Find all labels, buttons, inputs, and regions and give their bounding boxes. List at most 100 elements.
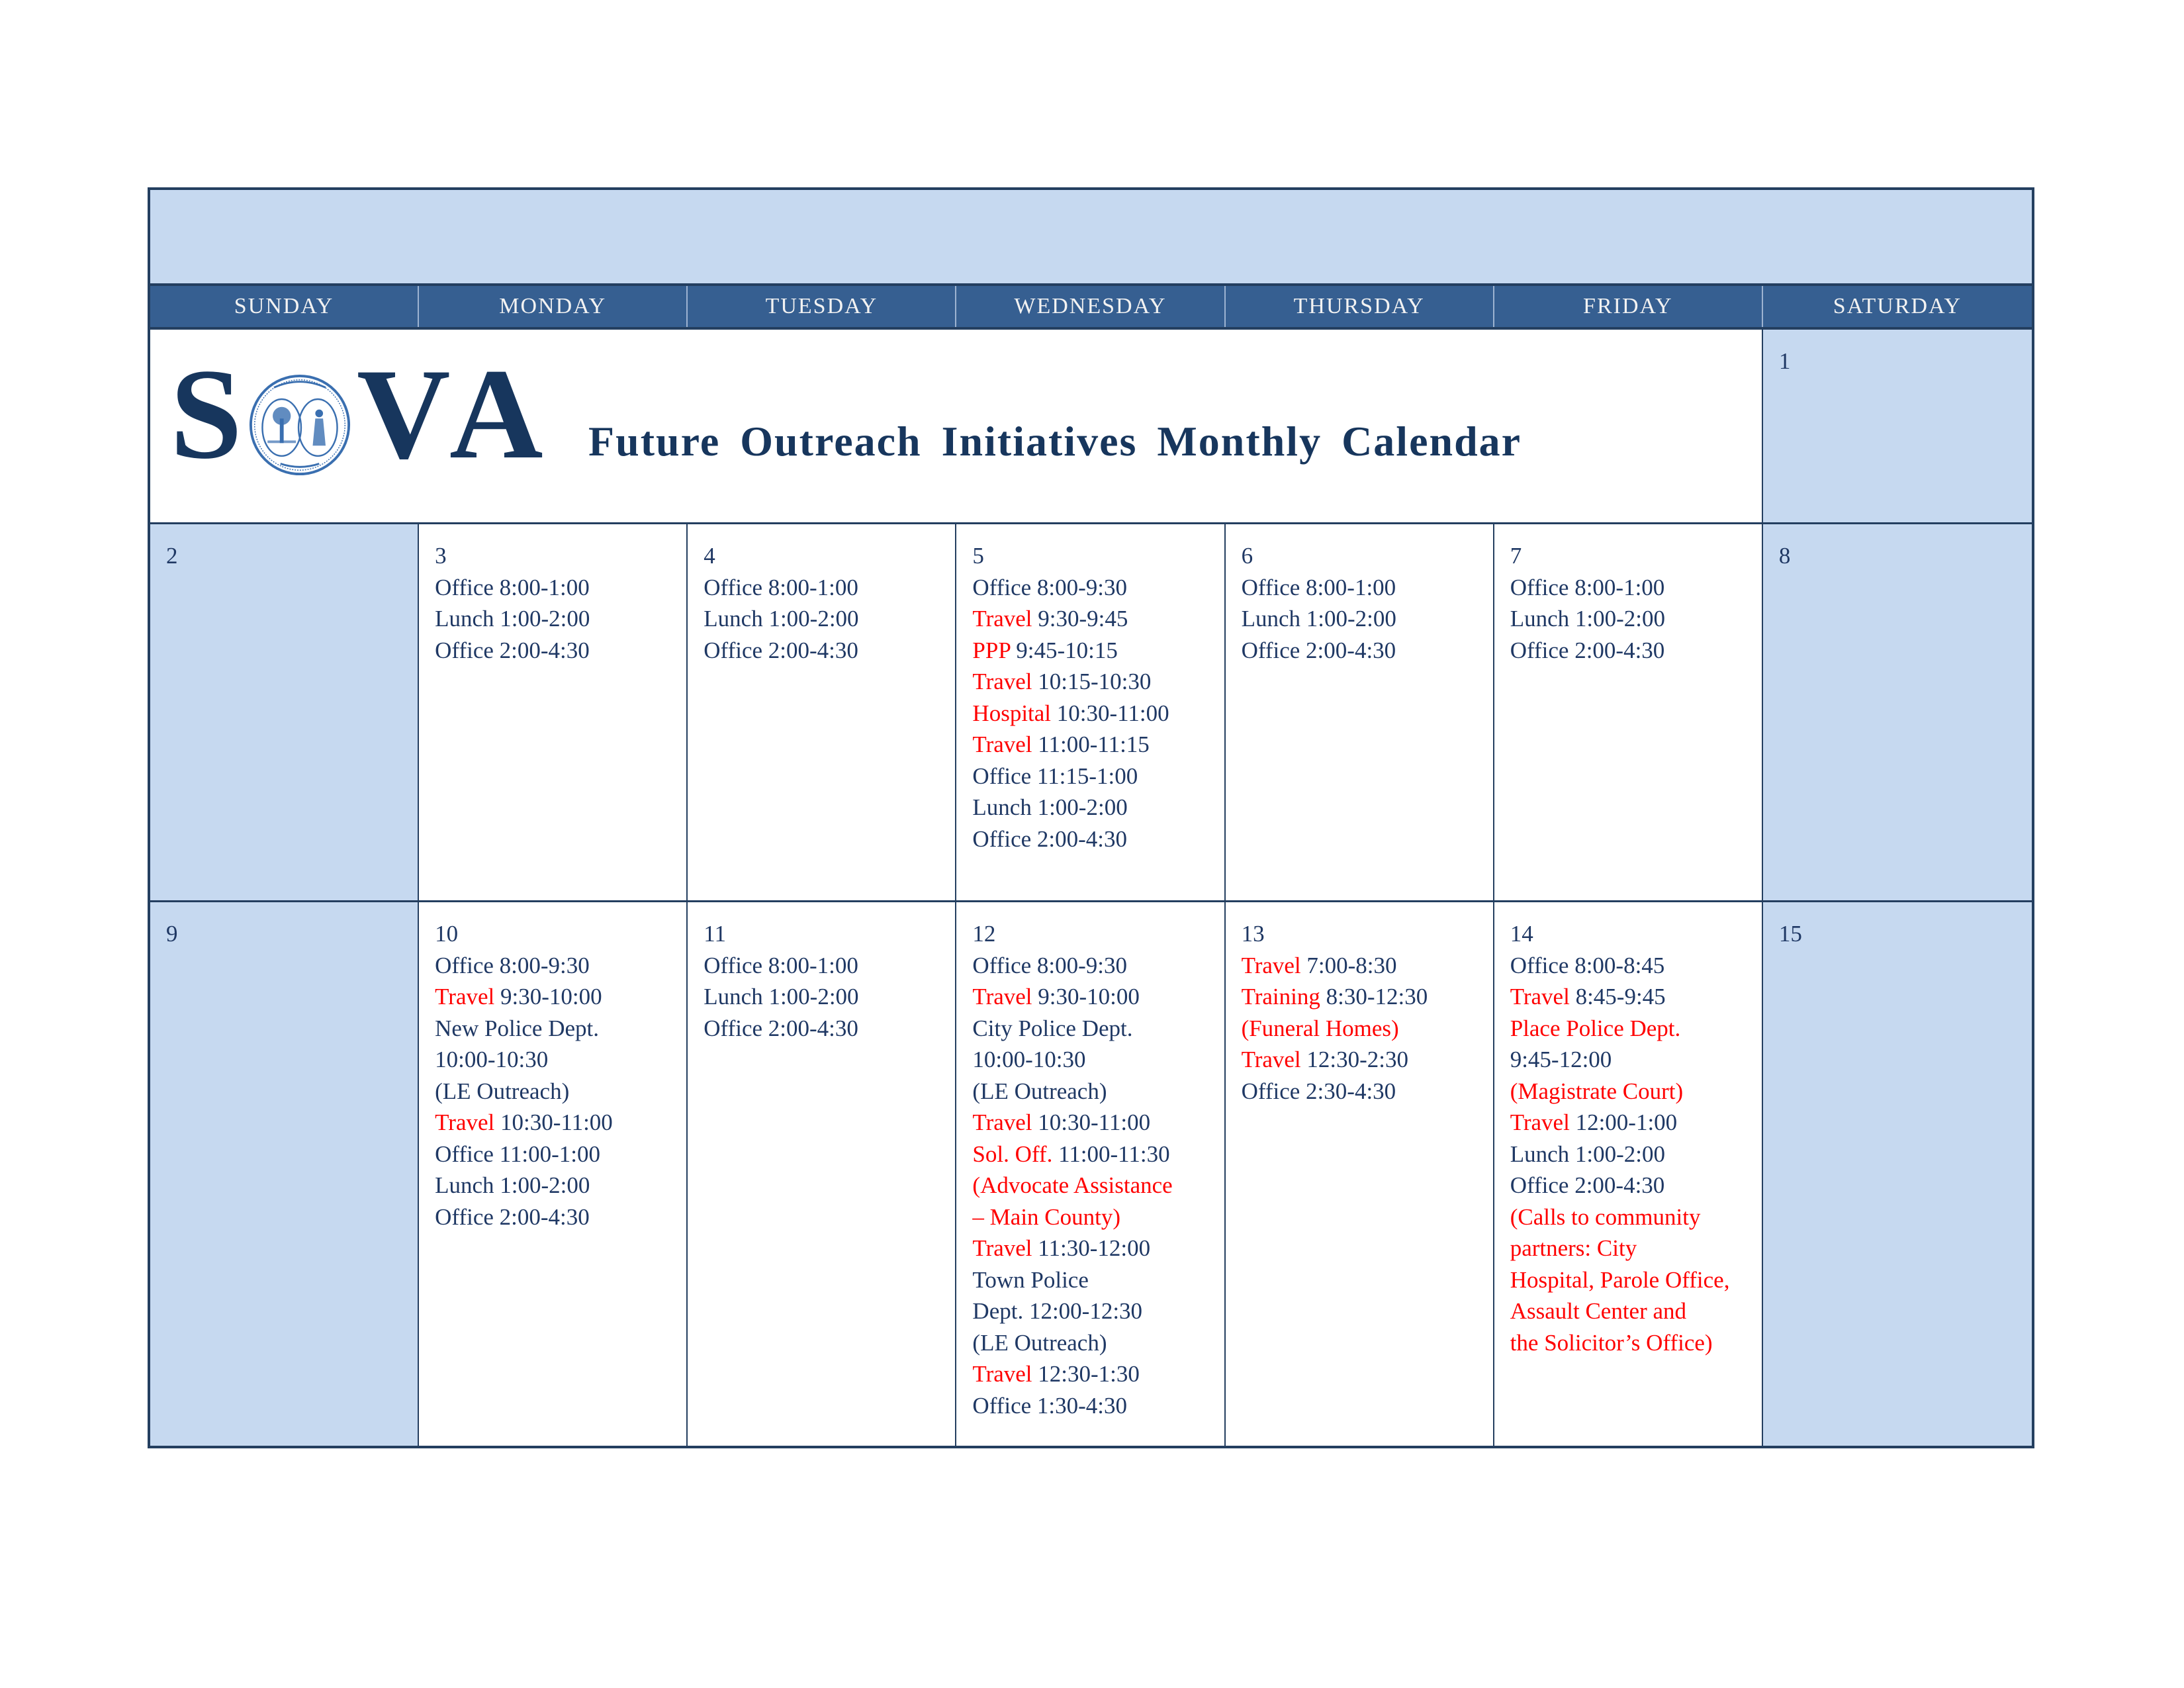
day-cell[interactable]: 10 Office 8:00-9:30 Travel 9:30-10:00 New P… (419, 902, 688, 1446)
weekday-wednesday: WEDNESDAY (956, 286, 1226, 327)
schedule-entry: Dept. 12:00-12:30 (972, 1295, 1224, 1327)
activity-text: Office 2:00-4:30 (435, 1203, 590, 1230)
activity-text: Lunch 1:00-2:00 (704, 984, 859, 1009)
day-number: 8 (1778, 543, 1791, 569)
highlighted-activity: (Calls to community (1510, 1203, 1701, 1230)
schedule-entry: Travel 12:30-2:30 (1242, 1044, 1493, 1076)
activity-text: 9:30-10:00 (1032, 984, 1140, 1009)
activity-text: Office 8:00-9:30 (972, 574, 1128, 600)
highlighted-activity: the Solicitor’s Office) (1510, 1329, 1713, 1356)
day-cell[interactable]: 4 Office 8:00-1:00 Lunch 1:00-2:00 Office 2… (688, 524, 957, 900)
schedule-entry: Place Police Dept. (1510, 1013, 1762, 1045)
weekday-header-row: SUNDAY MONDAY TUESDAY WEDNESDAY THURSDAY… (150, 286, 2032, 330)
activity-text: Lunch 1:00-2:00 (435, 606, 590, 632)
day-number: 9 (166, 921, 178, 947)
activity-text: 9:30-9:45 (1032, 606, 1128, 632)
activity-text: Office 1:30-4:30 (972, 1392, 1128, 1419)
schedule-entry: Office 2:00-4:30 (704, 635, 955, 667)
logo-letter-a: A (449, 342, 543, 486)
schedule-entry: (LE Outreach) (972, 1076, 1224, 1107)
schedule-entry: – Main County) (972, 1201, 1224, 1233)
week-row-2: 2 3 Office 8:00-1:00 Lunch 1:00-2:00 Office … (150, 524, 2032, 902)
activity-text: (LE Outreach) (972, 1329, 1107, 1356)
day-cell[interactable]: 5 Office 8:00-9:30 Travel 9:30-9:45 PPP 9:4… (956, 524, 1226, 900)
activity-text: Lunch 1:00-2:00 (1241, 606, 1396, 632)
activity-text: Office 11:00-1:00 (435, 1141, 600, 1167)
day-cell[interactable]: 14 Office 8:00-8:45 Travel 8:45-9:45 Place … (1494, 902, 1763, 1446)
highlighted-activity: Travel (1510, 984, 1570, 1009)
schedule-entry: Lunch 1:00-2:00 (1242, 603, 1493, 635)
schedule-entry: Office 8:00-9:30 (435, 950, 686, 982)
day-cell[interactable]: 6 Office 8:00-1:00 Lunch 1:00-2:00 Office 2… (1226, 524, 1494, 900)
schedule-entry: City Police Dept. (972, 1013, 1224, 1045)
schedule-entry: Lunch 1:00-2:00 (1510, 1139, 1762, 1170)
activity-text: 8:30-12:30 (1320, 984, 1428, 1009)
day-number: 1 (1778, 348, 1791, 374)
highlighted-activity: Training (1241, 984, 1320, 1009)
header-logo-cell: S V A Future Outreach Initiatives Monthl… (150, 330, 1763, 522)
weekday-monday: MONDAY (419, 286, 688, 327)
day-number: 4 (704, 543, 715, 569)
schedule-entry: Travel 10:30-11:00 (435, 1107, 686, 1139)
week-row-1: S V A Future Outreach Initiatives Monthl… (150, 330, 2032, 524)
schedule-entry: Sol. Off. 11:00-11:30 (972, 1139, 1224, 1170)
highlighted-activity: Travel (1510, 1109, 1570, 1135)
schedule-entry: Office 2:30-4:30 (1242, 1076, 1493, 1107)
day-number: 13 (1241, 921, 1265, 947)
schedule-entry: Travel 10:30-11:00 (972, 1107, 1224, 1139)
activity-text: 12:30-2:30 (1300, 1047, 1409, 1072)
day-cell[interactable]: 9 (150, 902, 420, 1446)
day-cell[interactable]: 15 (1762, 902, 2032, 1446)
schedule-entry: Hospital, Parole Office, (1510, 1264, 1762, 1296)
day-number: 5 (972, 543, 984, 569)
day-cell[interactable]: 11 Office 8:00-1:00 Lunch 1:00-2:00 Office … (688, 902, 957, 1446)
day-number: 12 (972, 921, 996, 947)
schedule-entry: (Magistrate Court) (1510, 1076, 1762, 1107)
monthly-calendar: SUNDAY MONDAY TUESDAY WEDNESDAY THURSDAY… (148, 187, 2034, 1448)
activity-text: Office 8:00-8:45 (1510, 952, 1665, 978)
activity-text: Lunch 1:00-2:00 (435, 1172, 590, 1198)
activity-text: Office 2:00-4:30 (1510, 637, 1665, 663)
activity-text: 9:45-12:00 (1510, 1047, 1612, 1072)
day-cell[interactable]: 12 Office 8:00-9:30 Travel 9:30-10:00 City … (956, 902, 1226, 1446)
activity-text: 10:30-11:00 (1051, 700, 1169, 726)
highlighted-activity: Travel (972, 1235, 1032, 1261)
schedule-entry: Office 2:00-4:30 (435, 635, 686, 667)
highlighted-activity: Place Police Dept. (1510, 1015, 1681, 1041)
activity-text: City Police Dept. (972, 1015, 1133, 1041)
highlighted-activity: Travel (1241, 1047, 1301, 1072)
weekday-thursday: THURSDAY (1226, 286, 1494, 327)
day-cell[interactable]: 1 (1762, 330, 2032, 522)
schedule-entry: Assault Center and (1510, 1295, 1762, 1327)
schedule-entry: Hospital 10:30-11:00 (972, 698, 1224, 729)
schedule-entry: Travel 10:15-10:30 (972, 666, 1224, 698)
logo-letter-s: S (170, 342, 243, 486)
activity-text: Office 2:00-4:30 (1241, 637, 1396, 663)
sova-logo: S V A (170, 342, 567, 486)
schedule-entry: 10:00-10:30 (972, 1044, 1224, 1076)
highlighted-activity: Travel (972, 984, 1032, 1009)
schedule-entry: Office 2:00-4:30 (704, 1013, 955, 1045)
day-cell[interactable]: 7 Office 8:00-1:00 Lunch 1:00-2:00 Office 2… (1494, 524, 1763, 900)
activity-text: Lunch 1:00-2:00 (704, 606, 859, 632)
weekday-saturday: SATURDAY (1833, 294, 1962, 318)
schedule-entry: Lunch 1:00-2:00 (1510, 603, 1762, 635)
logo-letter-v: V (357, 342, 451, 486)
activity-text: 12:00-1:00 (1569, 1109, 1678, 1135)
calendar-title-band (150, 190, 2032, 286)
schedule-entry: Office 8:00-9:30 (972, 572, 1224, 604)
schedule-entry: Travel 7:00-8:30 (1242, 950, 1493, 982)
day-cell[interactable]: 13 Travel 7:00-8:30 Training 8:30-12:30 (Fu… (1226, 902, 1494, 1446)
schedule-entry: Travel 12:00-1:00 (1510, 1107, 1762, 1139)
activity-text: Lunch 1:00-2:00 (1510, 1141, 1665, 1167)
activity-text: (LE Outreach) (435, 1078, 570, 1104)
schedule-entry: (Advocate Assistance (972, 1170, 1224, 1201)
schedule-entry: Town Police (972, 1264, 1224, 1296)
activity-text: Office 8:00-1:00 (1241, 574, 1396, 600)
activity-text: Office 2:00-4:30 (704, 637, 858, 663)
schedule-entry: Office 8:00-1:00 (435, 572, 686, 604)
day-cell[interactable]: 3 Office 8:00-1:00 Lunch 1:00-2:00 Office 2… (419, 524, 688, 900)
day-cell[interactable]: 2 (150, 524, 420, 900)
day-number: 7 (1510, 543, 1522, 569)
day-cell[interactable]: 8 (1762, 524, 2032, 900)
